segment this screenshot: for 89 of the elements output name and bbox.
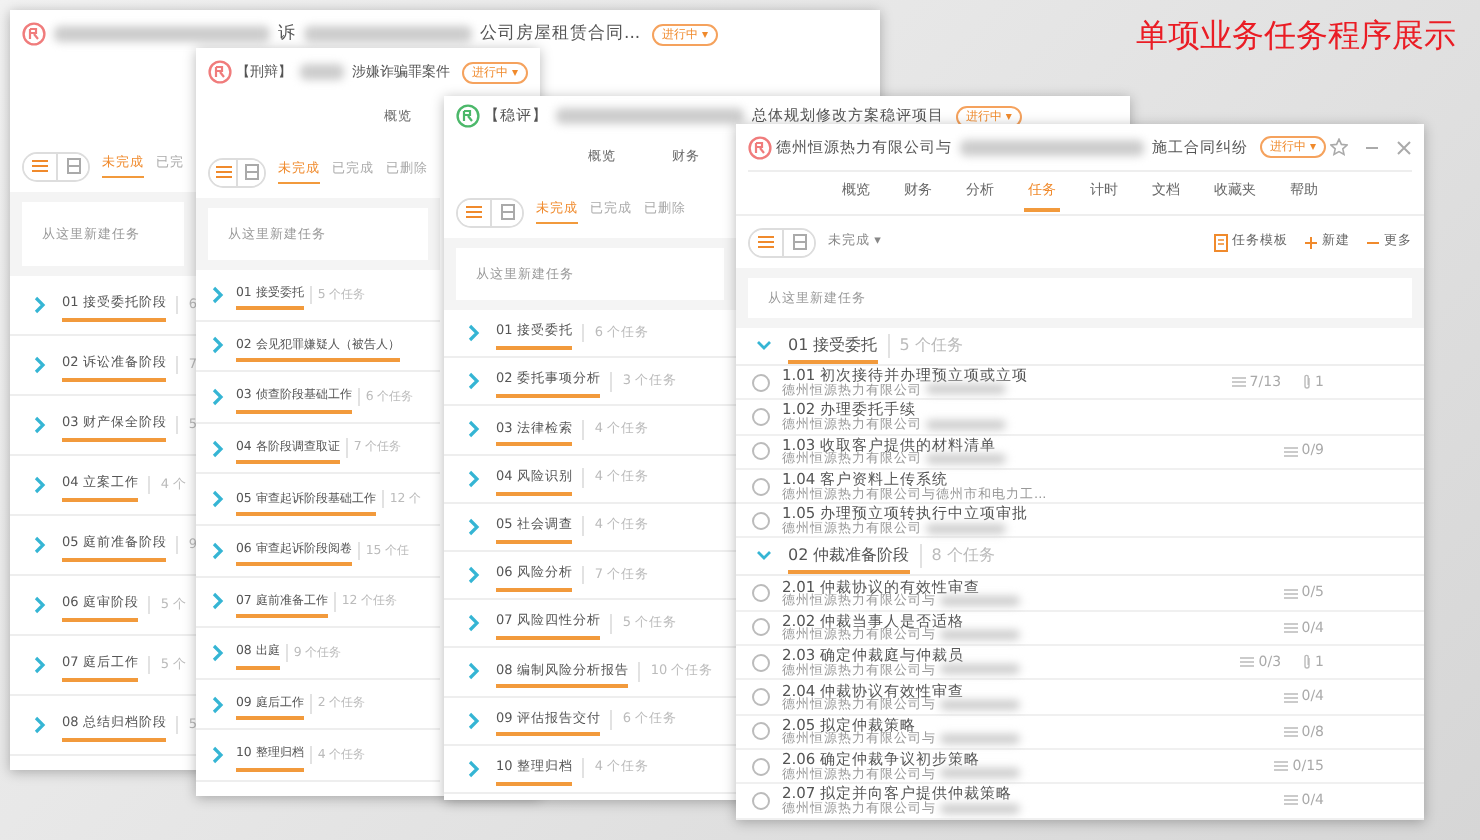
grid-icon xyxy=(789,234,809,250)
list-view-button[interactable] xyxy=(210,159,237,185)
chevron-right-icon[interactable] xyxy=(468,759,480,778)
blurred-text xyxy=(926,384,1006,395)
chevron-right-icon[interactable] xyxy=(34,356,46,374)
task-checkbox[interactable] xyxy=(752,373,770,392)
task-checkbox[interactable] xyxy=(752,653,770,672)
task-checkbox[interactable] xyxy=(752,791,770,810)
grid-view-button[interactable] xyxy=(490,199,522,225)
task-checkbox[interactable] xyxy=(752,618,770,637)
blurred-text xyxy=(926,453,1006,464)
chevron-right-icon[interactable] xyxy=(468,372,480,391)
chevron-right-icon[interactable] xyxy=(34,416,46,434)
chevron-right-icon[interactable] xyxy=(34,536,46,554)
chevron-right-icon[interactable] xyxy=(468,614,480,633)
star-icon[interactable] xyxy=(1330,138,1348,156)
chevron-right-icon[interactable] xyxy=(468,420,480,439)
chevron-right-icon[interactable] xyxy=(212,336,224,355)
blurred-text xyxy=(940,664,1020,675)
grid-view-button[interactable] xyxy=(236,159,264,185)
chevron-right-icon[interactable] xyxy=(34,596,46,614)
grid-icon xyxy=(497,204,517,220)
chevron-right-icon[interactable] xyxy=(34,656,46,674)
chevron-right-icon[interactable] xyxy=(212,387,224,406)
paperclip-icon xyxy=(1301,654,1312,671)
task-checkbox[interactable] xyxy=(752,688,770,707)
blurred-text xyxy=(940,734,1020,745)
checklist-icon xyxy=(1240,656,1255,669)
grid-icon xyxy=(63,158,83,174)
checklist-icon xyxy=(1283,691,1298,704)
title-text: 诉 xyxy=(278,21,296,47)
blurred-text xyxy=(926,419,1006,430)
chevron-right-icon[interactable] xyxy=(212,643,224,662)
stage-title[interactable]: 02 仲裁准备阶段 xyxy=(788,539,910,574)
checklist-icon xyxy=(1231,376,1246,389)
checklist-icon xyxy=(1283,725,1298,738)
task-checkbox[interactable] xyxy=(752,757,770,776)
chevron-right-icon[interactable] xyxy=(468,566,480,585)
banner-title: 单项业务任务程序展示 xyxy=(1136,14,1456,58)
chevron-right-icon[interactable] xyxy=(212,439,224,458)
task-checkbox[interactable] xyxy=(752,442,770,461)
title-text: 公司房屋租赁合同... xyxy=(480,21,641,47)
task-count: 5 个任务 xyxy=(887,334,963,358)
task-count: 8 个任务 xyxy=(919,544,995,569)
close-icon[interactable] xyxy=(1396,139,1412,155)
chevron-right-icon[interactable] xyxy=(212,285,224,304)
chevron-right-icon[interactable] xyxy=(34,476,46,494)
checklist-icon xyxy=(1274,760,1289,773)
blurred-text xyxy=(940,803,1020,814)
chevron-right-icon[interactable] xyxy=(468,517,480,536)
chevron-down-icon[interactable] xyxy=(756,340,772,352)
task-checkbox[interactable] xyxy=(752,584,770,603)
list-icon xyxy=(756,234,776,250)
checklist-icon xyxy=(1283,587,1298,600)
chevron-right-icon[interactable] xyxy=(468,324,480,343)
document-icon xyxy=(1214,233,1228,251)
chevron-right-icon[interactable] xyxy=(212,490,224,509)
blurred-text xyxy=(926,523,1006,534)
task-checkbox[interactable] xyxy=(752,477,770,496)
chevron-right-icon[interactable] xyxy=(212,592,224,611)
blurred-text xyxy=(940,768,1020,779)
checklist-icon xyxy=(1283,445,1298,458)
grid-view-button[interactable] xyxy=(782,229,814,255)
checklist-icon xyxy=(1283,794,1298,807)
blurred-text xyxy=(940,630,1020,641)
grid-icon xyxy=(241,164,262,180)
blurred-text xyxy=(940,699,1020,710)
list-icon xyxy=(213,164,234,180)
list-icon xyxy=(30,158,50,174)
paperclip-icon xyxy=(1301,374,1312,391)
blurred-text xyxy=(300,64,345,80)
chevron-right-icon[interactable] xyxy=(468,711,480,730)
chevron-right-icon[interactable] xyxy=(468,662,480,681)
blurred-text xyxy=(940,595,1020,606)
chevron-right-icon[interactable] xyxy=(34,296,46,314)
chevron-right-icon[interactable] xyxy=(468,469,480,488)
chevron-right-icon[interactable] xyxy=(212,541,224,560)
chevron-right-icon[interactable] xyxy=(34,716,46,734)
task-checkbox[interactable] xyxy=(752,511,770,530)
task-checkbox[interactable] xyxy=(752,722,770,741)
chevron-down-icon[interactable] xyxy=(756,550,772,563)
plus-icon xyxy=(1304,235,1318,249)
chevron-right-icon[interactable] xyxy=(212,695,224,714)
list-icon xyxy=(464,204,484,220)
grid-view-button[interactable] xyxy=(56,153,88,179)
task-checkbox[interactable] xyxy=(752,407,770,426)
chevron-right-icon[interactable] xyxy=(212,746,224,765)
stage-title[interactable]: 01 接受委托 xyxy=(788,329,878,363)
checklist-icon xyxy=(1283,621,1298,634)
